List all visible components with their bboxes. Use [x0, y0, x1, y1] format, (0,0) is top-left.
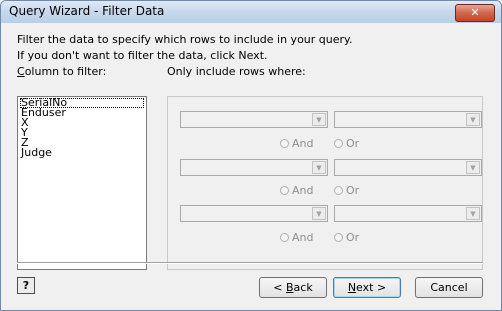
and-radio-1[interactable]: And — [280, 137, 313, 150]
or-radio-1[interactable]: Or — [334, 137, 359, 150]
and-radio-3[interactable]: And — [280, 231, 313, 244]
dialog-content: Filter the data to specify which rows to… — [1, 23, 501, 310]
divider — [17, 262, 483, 264]
filter-conditions-group: ▼ ▼ And Or ▼ ▼ And Or ▼ ▼ And Or — [167, 96, 483, 270]
next-button[interactable]: Next > — [333, 277, 401, 298]
and-radio-2[interactable]: And — [280, 184, 313, 197]
column-to-filter-label: Column to filter: — [17, 65, 107, 78]
list-item[interactable]: Y — [20, 127, 144, 138]
chevron-down-icon[interactable]: ▼ — [466, 113, 480, 126]
operator-dropdown-2[interactable]: ▼ — [180, 159, 328, 176]
operator-dropdown-1[interactable]: ▼ — [180, 111, 328, 128]
operator-dropdown-3[interactable]: ▼ — [180, 205, 328, 222]
list-item[interactable]: X — [20, 117, 144, 128]
or-radio-2[interactable]: Or — [334, 184, 359, 197]
criteria-dropdown-2[interactable]: ▼ — [334, 159, 482, 176]
window-title: Query Wizard - Filter Data — [9, 4, 165, 18]
list-item[interactable]: Judge — [20, 147, 144, 158]
filter-data-dialog: Query Wizard - Filter Data ✕ Filter the … — [0, 0, 502, 311]
help-icon: ? — [22, 279, 30, 292]
chevron-down-icon[interactable]: ▼ — [312, 207, 326, 220]
cancel-button[interactable]: Cancel — [415, 277, 483, 298]
help-button[interactable]: ? — [17, 277, 35, 294]
chevron-down-icon[interactable]: ▼ — [312, 113, 326, 126]
chevron-down-icon[interactable]: ▼ — [466, 161, 480, 174]
only-include-rows-label: Only include rows where: — [167, 65, 306, 78]
back-button[interactable]: < Back — [259, 277, 327, 298]
or-radio-3[interactable]: Or — [334, 231, 359, 244]
title-bar: Query Wizard - Filter Data ✕ — [1, 1, 501, 23]
criteria-dropdown-1[interactable]: ▼ — [334, 111, 482, 128]
column-list[interactable]: SerialNo Enduser X Y Z Judge — [17, 96, 147, 270]
close-icon: ✕ — [470, 6, 480, 19]
description-line-2: If you don't want to filter the data, cl… — [17, 49, 268, 62]
chevron-down-icon[interactable]: ▼ — [312, 161, 326, 174]
chevron-down-icon[interactable]: ▼ — [466, 207, 480, 220]
close-button[interactable]: ✕ — [455, 4, 495, 22]
list-item[interactable]: Enduser — [20, 107, 144, 118]
criteria-dropdown-3[interactable]: ▼ — [334, 205, 482, 222]
description-line-1: Filter the data to specify which rows to… — [17, 33, 353, 46]
